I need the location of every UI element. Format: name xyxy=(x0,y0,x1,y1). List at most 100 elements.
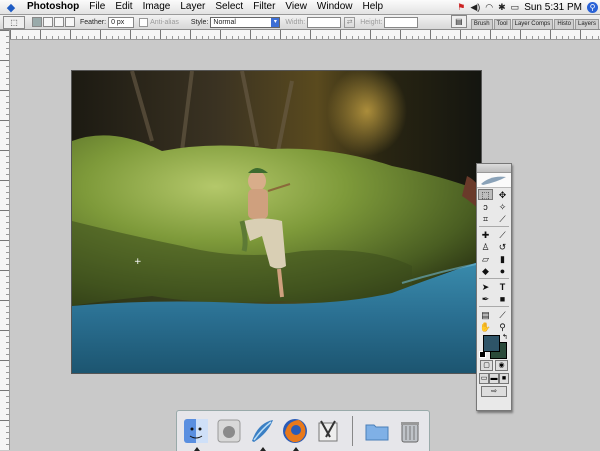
gradient-tool-icon[interactable]: ▮ xyxy=(495,253,510,264)
clone-stamp-tool-icon[interactable]: ♙ xyxy=(478,241,493,252)
hand-tool-icon[interactable]: ✋ xyxy=(478,321,493,332)
menu-view[interactable]: View xyxy=(280,0,312,14)
tools-palette-titlebar[interactable] xyxy=(477,164,511,173)
tool-separator xyxy=(479,306,509,307)
running-indicator xyxy=(194,447,200,451)
foreground-color-swatch[interactable] xyxy=(483,335,500,352)
tool-grid: ➤ T ✒ ■ xyxy=(477,280,511,305)
tool-preset-picker[interactable]: ⬚ xyxy=(3,15,25,29)
menu-clock[interactable]: Sun 5:31 PM xyxy=(524,2,582,13)
healing-brush-tool-icon[interactable]: ✚ xyxy=(478,229,493,240)
vertical-ruler[interactable] xyxy=(0,30,10,450)
tool-grid: ▤ ⟋ ✋ ⚲ xyxy=(477,308,511,333)
default-colors-icon[interactable] xyxy=(479,351,486,358)
type-tool-icon[interactable]: T xyxy=(495,281,510,292)
width-input[interactable] xyxy=(307,16,342,28)
history-brush-tool-icon[interactable]: ↺ xyxy=(495,241,510,252)
eraser-tool-icon[interactable]: ▱ xyxy=(478,253,493,264)
eyedropper-tool-icon[interactable]: ⟋ xyxy=(495,309,510,320)
menu-layer[interactable]: Layer xyxy=(175,0,210,14)
dock-firefox-icon[interactable] xyxy=(280,415,310,451)
jump-to-imageready: ⇨ xyxy=(477,385,511,398)
brush-tool-icon[interactable]: ⟋ xyxy=(495,229,510,240)
dock-script-editor-icon[interactable] xyxy=(313,415,343,447)
app-menu[interactable]: Photoshop xyxy=(22,0,84,14)
volume-icon[interactable]: ◀) xyxy=(470,0,480,14)
menu-file[interactable]: File xyxy=(84,0,110,14)
magic-wand-tool-icon[interactable]: ✧ xyxy=(495,201,510,212)
spotlight-icon[interactable]: ⚲ xyxy=(587,1,598,13)
full-screen-mode-icon[interactable]: ■ xyxy=(499,373,509,384)
subtract-selection-button[interactable] xyxy=(54,17,64,27)
crosshair-cursor-icon: + xyxy=(134,257,142,267)
height-input[interactable] xyxy=(384,16,419,28)
standard-screen-mode-icon[interactable]: ▭ xyxy=(479,373,489,384)
quick-mask-mode-icon[interactable]: ◉ xyxy=(495,360,508,371)
imageready-icon[interactable]: ⇨ xyxy=(481,386,507,397)
menu-extras: ⚑ ◀) ◠ ✱ ▭ Sun 5:31 PM ⚲ xyxy=(457,0,598,14)
palette-tab-brush[interactable]: Brush xyxy=(470,19,493,29)
menu-select[interactable]: Select xyxy=(210,0,248,14)
rectangular-marquee-tool-icon[interactable]: ⬚ xyxy=(478,189,493,200)
marquee-icon: ⬚ xyxy=(10,17,18,27)
notes-tool-icon[interactable]: ▤ xyxy=(478,309,493,320)
flag-icon[interactable]: ⚑ xyxy=(457,0,465,14)
rectangle-shape-tool-icon[interactable]: ■ xyxy=(495,293,510,304)
menu-image[interactable]: Image xyxy=(138,0,176,14)
tool-grid: ✚ ⟋ ♙ ↺ ▱ ▮ ◆ ● xyxy=(477,228,511,277)
dock-finder-icon[interactable] xyxy=(181,415,211,451)
chevron-down-icon: ▾ xyxy=(271,17,280,27)
horizontal-ruler[interactable] xyxy=(10,30,600,40)
lasso-tool-icon[interactable]: ↄ xyxy=(478,201,493,212)
swap-colors-icon[interactable]: ↰ xyxy=(502,333,508,341)
feather-label: Feather: xyxy=(80,18,107,26)
menu-window[interactable]: Window xyxy=(312,0,358,14)
full-screen-menu-mode-icon[interactable]: ▬ xyxy=(489,373,499,384)
new-selection-button[interactable] xyxy=(32,17,42,27)
tools-palette: ⬚ ✥ ↄ ✧ ⌗ ⟋ ✚ ⟋ ♙ ↺ ▱ ▮ ◆ ● ➤ T ✒ ■ ▤ ⟋ … xyxy=(476,163,512,411)
dock-apple-icon[interactable] xyxy=(214,415,244,447)
dodge-tool-icon[interactable]: ● xyxy=(495,265,510,276)
palette-tab-layer-comps[interactable]: Layer Comps xyxy=(511,19,554,29)
path-selection-tool-icon[interactable]: ➤ xyxy=(478,281,493,292)
dock-trash-icon[interactable] xyxy=(395,415,425,447)
color-swatches: ↰ xyxy=(477,333,511,359)
add-selection-button[interactable] xyxy=(43,17,53,27)
zoom-tool-icon[interactable]: ⚲ xyxy=(495,321,510,332)
swap-dimensions-icon[interactable]: ⇄ xyxy=(344,16,356,28)
menu-edit[interactable]: Edit xyxy=(110,0,137,14)
standard-mode-icon[interactable]: ▢ xyxy=(480,360,493,371)
document-canvas[interactable]: + xyxy=(72,71,481,373)
bluetooth-icon[interactable]: ✱ xyxy=(498,0,506,14)
anti-alias-checkbox[interactable] xyxy=(139,17,149,27)
file-browser-icon[interactable]: ▤ xyxy=(450,15,467,28)
crop-tool-icon[interactable]: ⌗ xyxy=(478,213,493,224)
dock-documents-folder-icon[interactable] xyxy=(362,415,392,447)
slice-tool-icon[interactable]: ⟋ xyxy=(495,213,510,224)
style-select-value: Normal xyxy=(213,18,236,26)
tool-grid: ⬚ ✥ ↄ ✧ ⌗ ⟋ xyxy=(477,188,511,225)
dock-separator xyxy=(352,416,353,446)
screen-modes: ▭ ▬ ■ xyxy=(477,372,511,385)
feather-logo-icon[interactable] xyxy=(477,173,511,188)
tool-separator xyxy=(479,226,509,227)
battery-icon[interactable]: ▭ xyxy=(511,0,520,14)
move-tool-icon[interactable]: ✥ xyxy=(495,189,510,200)
options-bar: ⬚ Feather: 0 px Anti-alias Style: Normal… xyxy=(0,15,600,30)
dock-photoshop-icon[interactable] xyxy=(247,415,277,451)
apple-menu-icon[interactable]: ◆ xyxy=(0,1,22,14)
pen-tool-icon[interactable]: ✒ xyxy=(478,293,493,304)
feather-input[interactable]: 0 px xyxy=(108,16,135,28)
palette-tab-layers[interactable]: Layers xyxy=(574,19,599,29)
palette-tab-histo[interactable]: Histo xyxy=(554,19,574,29)
menu-bar: ◆ Photoshop File Edit Image Layer Select… xyxy=(0,0,600,15)
intersect-selection-button[interactable] xyxy=(65,17,75,27)
blur-tool-icon[interactable]: ◆ xyxy=(478,265,493,276)
anti-alias-label: Anti-alias xyxy=(150,18,179,26)
menu-filter[interactable]: Filter xyxy=(248,0,280,14)
running-indicator xyxy=(260,447,266,451)
wifi-icon[interactable]: ◠ xyxy=(485,0,493,14)
style-select[interactable]: Normal ▾ xyxy=(210,16,281,28)
palette-tab-tool[interactable]: Tool xyxy=(493,19,511,29)
menu-help[interactable]: Help xyxy=(358,0,389,14)
